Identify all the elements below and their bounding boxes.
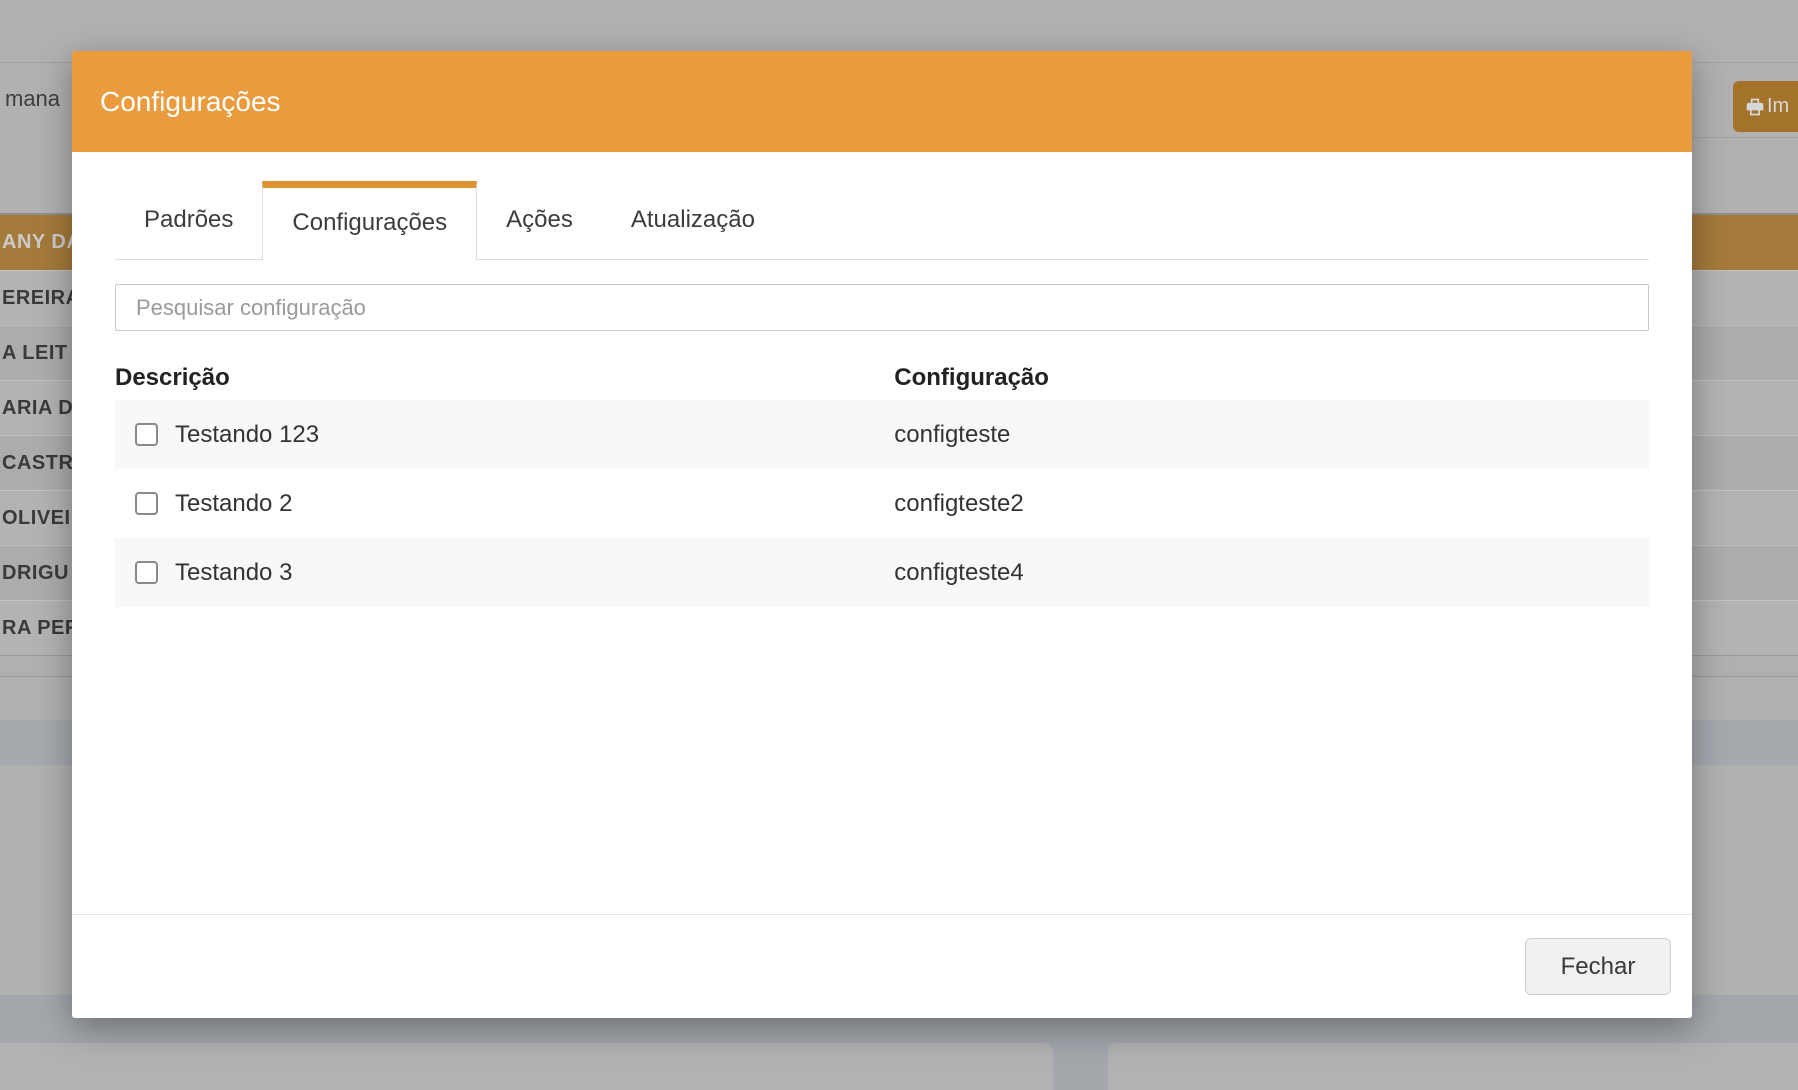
tab-atualizacao[interactable]: Atualização bbox=[602, 181, 784, 259]
modal-title: Configurações bbox=[72, 86, 281, 118]
modal-footer: Fechar bbox=[72, 914, 1692, 1018]
tab-padroes[interactable]: Padrões bbox=[115, 181, 262, 259]
print-button-label: Im bbox=[1767, 95, 1789, 118]
row-description: Testando 2 bbox=[175, 490, 292, 518]
row-description: Testando 123 bbox=[175, 421, 319, 449]
column-header-descricao: Descrição bbox=[115, 364, 894, 392]
row-description: Testando 3 bbox=[175, 559, 292, 587]
backdrop-toolbar-divider-2 bbox=[1692, 137, 1798, 138]
row-config-value: configteste4 bbox=[894, 559, 1649, 587]
tab-acoes[interactable]: Ações bbox=[477, 181, 602, 259]
config-table-row[interactable]: Testando 3 configteste4 bbox=[115, 538, 1649, 607]
screen: mana Im ANY DA EREIRA A LEIT ARIA D CAST… bbox=[0, 0, 1798, 1090]
modal-body: Padrões Configurações Ações Atualização … bbox=[72, 152, 1692, 914]
row-checkbox[interactable] bbox=[135, 561, 158, 584]
row-config-value: configteste2 bbox=[894, 490, 1649, 518]
modal-spacer bbox=[115, 607, 1649, 914]
backdrop-topbar-text: mana bbox=[5, 85, 60, 113]
config-table: Descrição Configuração Testando 123 conf… bbox=[115, 355, 1649, 607]
row-checkbox[interactable] bbox=[135, 492, 158, 515]
tab-configuracoes[interactable]: Configurações bbox=[262, 181, 477, 260]
printer-icon bbox=[1745, 97, 1765, 117]
close-button[interactable]: Fechar bbox=[1525, 938, 1671, 995]
modal-header: Configurações bbox=[72, 51, 1692, 152]
row-config-value: configteste bbox=[894, 421, 1649, 449]
config-table-row[interactable]: Testando 2 configteste2 bbox=[115, 469, 1649, 538]
column-header-configuracao: Configuração bbox=[894, 364, 1649, 392]
row-checkbox[interactable] bbox=[135, 423, 158, 446]
backdrop-card-right bbox=[1108, 1043, 1798, 1090]
configuracoes-modal: Configurações Padrões Configurações Açõe… bbox=[72, 51, 1692, 1018]
search-config-input[interactable] bbox=[115, 284, 1649, 331]
print-button: Im bbox=[1733, 81, 1798, 132]
backdrop-card-left bbox=[0, 1043, 1053, 1090]
config-table-row[interactable]: Testando 123 configteste bbox=[115, 400, 1649, 469]
tab-bar: Padrões Configurações Ações Atualização bbox=[115, 181, 1649, 260]
config-table-header: Descrição Configuração bbox=[115, 355, 1649, 400]
